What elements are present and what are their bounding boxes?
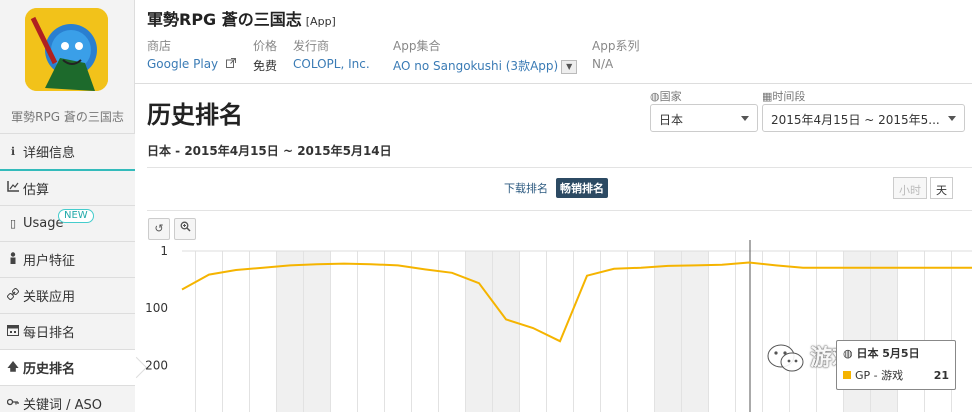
sidebar-item-label: 详细信息 (23, 146, 76, 161)
collection-value[interactable]: AO no Sangokushi (3款App) (393, 59, 558, 73)
weekend-band (465, 251, 493, 412)
chart-icon (6, 181, 20, 195)
series-label: App系列 (592, 39, 640, 53)
header-divider (135, 83, 972, 84)
period-select-value: 2015年4月15日 ~ 2015年5... (771, 113, 940, 127)
store-label: 商店 (147, 39, 172, 53)
meta-price: 价格 免费 (253, 37, 277, 74)
globe-icon: ◍ (650, 90, 660, 103)
app-header: 軍勢RPG 蒼の三国志 [App] 商店 Google Play 价格 免费 发行… (147, 0, 972, 82)
meta-store: 商店 Google Play (147, 37, 236, 71)
meta-publisher: 发行商 COLOPL, Inc. (293, 37, 370, 71)
section-divider (147, 167, 972, 168)
weekend-band (303, 251, 331, 412)
sidebar-item-daily-rank[interactable]: 每日排名 (0, 313, 135, 349)
page-subtitle: 日本 - 2015年4月15日 ~ 2015年5月14日 (147, 144, 392, 158)
sidebar-app-name: 軍勢RPG 蒼の三国志 (11, 110, 124, 124)
app-title-text: 軍勢RPG 蒼の三国志 (147, 10, 302, 29)
period-select[interactable]: 2015年4月15日 ~ 2015年5... (762, 104, 965, 132)
calendar-icon: ▦ (762, 90, 773, 103)
sidebar-item-related-apps[interactable]: 关联应用 (0, 277, 135, 313)
person-icon (6, 252, 20, 267)
sidebar: 軍勢RPG 蒼の三国志 ℹ 详细信息 估算 ▯ Usage NEW 用户特征 关… (0, 0, 135, 412)
sidebar-item-details[interactable]: ℹ 详细信息 (0, 133, 135, 169)
country-label-text: 国家 (659, 90, 682, 103)
sidebar-item-label: 每日排名 (23, 326, 76, 341)
country-select[interactable]: 日本 (650, 104, 758, 132)
sidebar-item-label: 用户特征 (23, 254, 76, 269)
tooltip-title-text: 日本 5月5日 (856, 347, 920, 360)
series-value: N/A (592, 57, 614, 71)
tooltip-row-value: 21 (933, 368, 949, 382)
external-link-icon[interactable] (225, 57, 236, 71)
sidebar-item-estimate[interactable]: 估算 (0, 169, 135, 205)
tooltip-title: ◍ 日本 5月5日 (843, 345, 949, 361)
app-icon (25, 8, 108, 91)
tooltip-row: GP - 游戏 21 (843, 367, 949, 383)
sidebar-item-demographics[interactable]: 用户特征 (0, 241, 135, 277)
price-value: 免费 (253, 59, 278, 73)
y-tick-label: 100 (145, 301, 168, 315)
weekend-band (492, 251, 520, 412)
store-value[interactable]: Google Play (147, 57, 218, 71)
collection-link[interactable]: AO no Sangokushi (3款App) ▼ (393, 57, 578, 74)
undo-icon: ↺ (154, 222, 164, 235)
wechat-icon (767, 344, 804, 372)
period-label-text: 时间段 (772, 90, 806, 103)
arrow-up-icon: 🡅 (7, 360, 19, 373)
meta-series: App系列 N/A (592, 37, 639, 71)
sidebar-nav: ℹ 详细信息 估算 ▯ Usage NEW 用户特征 关联应用 每日排名 🡅 历… (0, 133, 135, 412)
chevron-down-icon (741, 116, 749, 121)
app-type-tag: [App] (305, 15, 336, 28)
collection-label: App集合 (393, 39, 441, 53)
country-select-value: 日本 (659, 113, 684, 127)
sidebar-item-label: 关联应用 (23, 290, 76, 305)
chart-tooltip: ◍ 日本 5月5日 GP - 游戏 21 (836, 340, 956, 390)
grossing-rank-toggle[interactable]: 畅销排名 (556, 178, 608, 198)
sidebar-item-label: 历史排名 (23, 362, 76, 377)
phone-icon: ▯ (9, 217, 17, 230)
reset-zoom-button[interactable]: ↺ (148, 218, 170, 240)
chevron-down-icon (948, 116, 956, 121)
sidebar-item-keywords-aso[interactable]: 关键词 / ASO (0, 385, 135, 412)
meta-collection: App集合 AO no Sangokushi (3款App) ▼ (393, 37, 578, 74)
app-title: 軍勢RPG 蒼の三国志 [App] (147, 6, 336, 30)
price-label: 价格 (253, 39, 278, 53)
download-rank-toggle[interactable]: 下载排名 (500, 178, 552, 198)
new-badge: NEW (58, 209, 94, 223)
publisher-label: 发行商 (293, 39, 330, 53)
info-icon: ℹ (10, 145, 16, 158)
weekend-band (276, 251, 304, 412)
zoom-icon (180, 221, 191, 235)
toolbar-divider (147, 210, 972, 211)
zoom-button[interactable] (174, 218, 196, 240)
country-label: ◍国家 (650, 88, 682, 104)
day-granularity-button[interactable]: 天 (930, 177, 953, 199)
tooltip-row-label: GP - 游戏 (855, 369, 904, 382)
sidebar-item-usage[interactable]: ▯ Usage NEW (0, 205, 135, 241)
store-link[interactable]: Google Play (147, 57, 236, 71)
publisher-link[interactable]: COLOPL, Inc. (293, 57, 370, 71)
sidebar-item-label: 关键词 / ASO (23, 398, 103, 412)
calendar-icon (6, 324, 20, 339)
sidebar-item-history-rank[interactable]: 🡅 历史排名 (0, 349, 135, 385)
y-tick-label: 200 (145, 358, 168, 372)
page-title: 历史排名 (147, 101, 243, 129)
weekend-band (654, 251, 682, 412)
key-icon (6, 397, 20, 410)
y-tick-label: 1 (160, 244, 168, 258)
sidebar-item-label: 估算 (23, 182, 50, 198)
link-icon (6, 288, 20, 303)
weekend-band (681, 251, 709, 412)
globe-icon: ◍ (843, 347, 853, 360)
hour-granularity-button[interactable]: 小时 (893, 177, 927, 199)
period-label: ▦时间段 (762, 88, 805, 104)
series-swatch (843, 371, 851, 379)
collection-dropdown-button[interactable]: ▼ (561, 59, 578, 74)
